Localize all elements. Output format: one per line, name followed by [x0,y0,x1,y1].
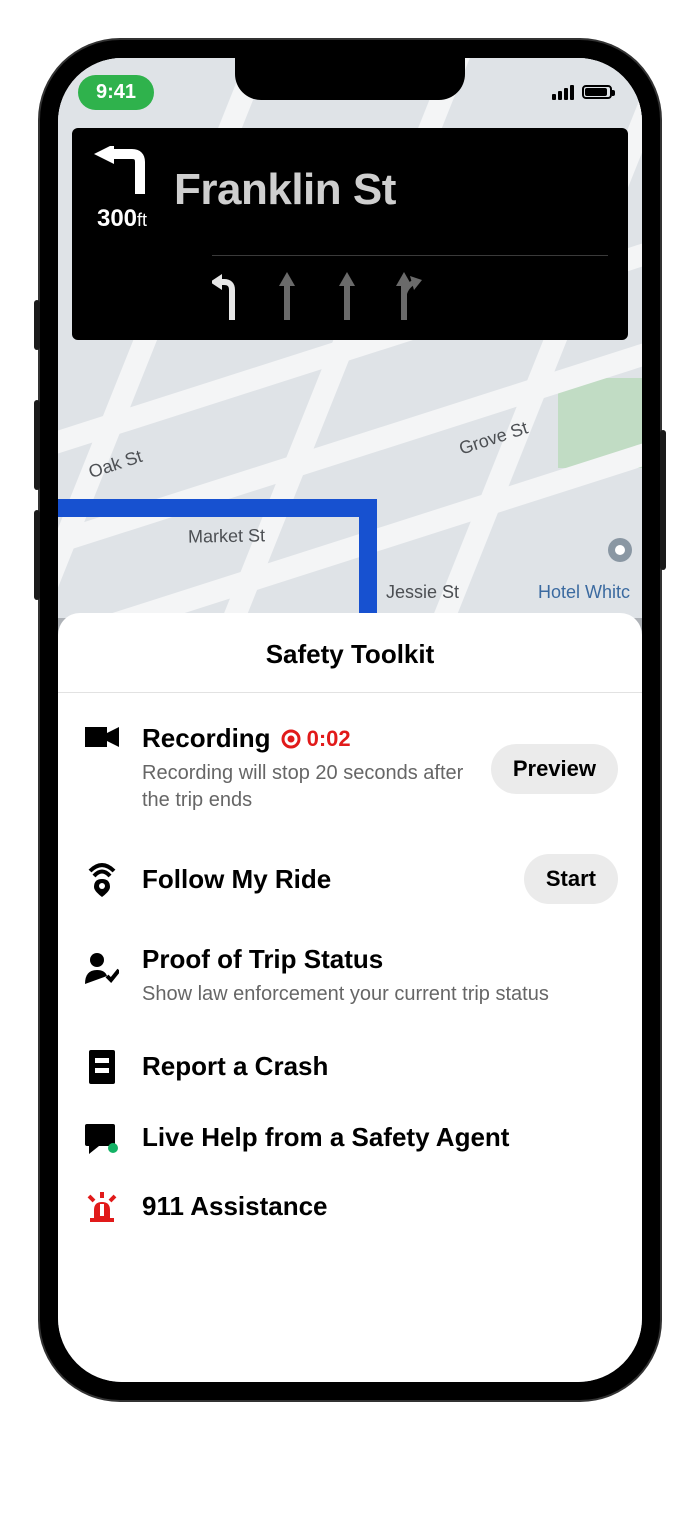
lane-straight-right-icon [392,272,422,322]
row-subtitle: Recording will stop 20 seconds after the… [142,760,471,814]
turn-distance-value: 300 [97,205,137,232]
map-label-market: Market St [188,525,265,547]
turn-distance-unit: ft [137,210,147,230]
preview-button[interactable]: Preview [491,744,618,794]
row-title: Follow My Ride [142,864,331,894]
recording-indicator: 0:02 [281,726,351,752]
row-title: Recording [142,723,271,754]
map-label-jessie: Jessie St [386,582,459,603]
beacon-icon [82,863,122,897]
lane-guidance [212,272,608,322]
phone-frame: Oak St Market St Jessie St Grove St Hote… [40,40,660,1400]
toolkit-row-recording[interactable]: Recording 0:02 Recording will stop 20 se… [58,701,642,836]
person-check-icon [82,952,122,984]
toolkit-row-911[interactable]: 911 Assistance [58,1172,642,1240]
toolkit-row-follow[interactable]: Follow My Ride Start [58,836,642,922]
row-title: 911 Assistance [142,1191,328,1221]
map-label-hotel: Hotel Whitc [538,582,630,603]
toolkit-row-crash[interactable]: Report a Crash [58,1030,642,1102]
nav-divider [212,255,608,256]
navigation-card[interactable]: 300ft Franklin St [72,128,628,340]
screen: Oak St Market St Jessie St Grove St Hote… [58,58,642,1382]
toolkit-list: Recording 0:02 Recording will stop 20 se… [58,693,642,1240]
volume-up-button [34,400,40,490]
navigation-street: Franklin St [174,165,396,215]
turn-distance: 300ft [92,205,152,233]
toolkit-row-proof[interactable]: Proof of Trip Status Show law enforcemen… [58,922,642,1030]
battery-icon [582,85,612,99]
row-subtitle: Show law enforcement your current trip s… [142,981,618,1008]
chat-agent-icon [82,1122,122,1154]
siren-icon [82,1192,122,1222]
side-button [34,300,40,350]
power-button [660,430,666,570]
volume-down-button [34,510,40,600]
recording-time: 0:02 [307,726,351,752]
lane-left-icon [212,272,242,322]
notch [235,58,465,100]
row-title: Live Help from a Safety Agent [142,1122,509,1152]
start-button[interactable]: Start [524,854,618,904]
toolkit-row-livehelp[interactable]: Live Help from a Safety Agent [58,1102,642,1172]
turn-left-icon [92,146,152,196]
cellular-signal-icon [552,85,574,100]
report-icon [82,1050,122,1084]
camera-icon [82,725,122,749]
row-title: Proof of Trip Status [142,944,383,974]
row-title: Report a Crash [142,1051,328,1081]
sheet-title: Safety Toolkit [58,613,642,693]
lane-straight-icon [272,272,302,322]
safety-toolkit-sheet[interactable]: Safety Toolkit Recording 0:02 [58,613,642,1382]
lane-straight-icon [332,272,362,322]
status-time-pill[interactable]: 9:41 [78,75,154,110]
record-icon [281,729,301,749]
